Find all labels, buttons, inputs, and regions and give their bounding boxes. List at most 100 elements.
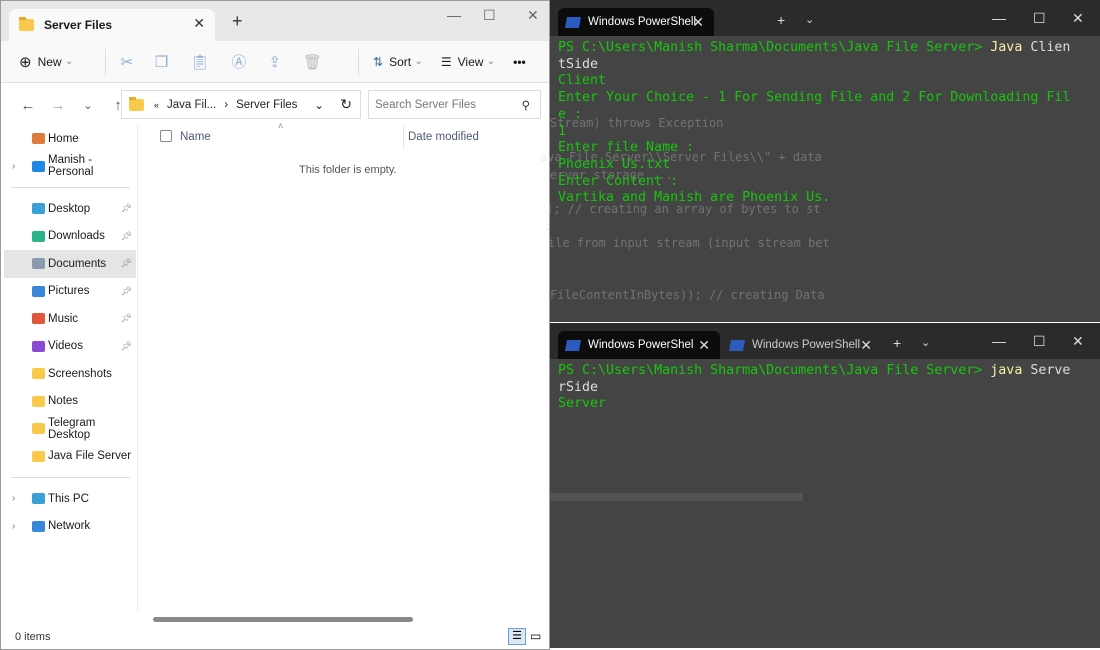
onedrive-icon [32, 160, 45, 172]
divider [11, 477, 130, 478]
chevron-down-icon[interactable]: ⌄ [314, 98, 324, 112]
pin-icon: 📌︎ [120, 258, 132, 269]
back-icon[interactable]: ← [13, 97, 43, 114]
new-tab-button[interactable]: + [777, 12, 785, 29]
sort-button[interactable]: ⇅ Sort ⌄ [373, 55, 423, 69]
rename-icon[interactable]: Ⓐ [231, 51, 246, 72]
sidebar-item-telegram-desktop[interactable]: Telegram Desktop [4, 415, 136, 443]
file-explorer-window: Server Files ✕ + — ☐ ✕ ⊕ New ⌄ ✂ ❐ 📋︎ Ⓐ ⇪ … [0, 0, 550, 650]
sidebar-item-this-pc[interactable]: › This PC [4, 485, 136, 513]
new-tab-button[interactable]: + [232, 11, 243, 32]
sort-ascending-icon: ˄ [278, 121, 284, 131]
command-arg-wrap: tSide [558, 56, 599, 72]
view-icon: ☰ [440, 54, 452, 69]
view-label: View [457, 54, 484, 69]
tiles-view-button[interactable]: ▭ [530, 629, 541, 643]
minimize-button[interactable]: — [992, 10, 1006, 27]
expand-chevron-icon[interactable]: › [12, 521, 15, 532]
address-bar[interactable]: « Java Fil... › Server Files ⌄ ↻ [121, 90, 361, 119]
sidebar-item-network[interactable]: › Network [4, 513, 136, 541]
column-name[interactable]: Name [180, 131, 211, 143]
tab-powershell-2[interactable]: Windows PowerShell ✕ [722, 331, 872, 359]
title-bar: Server Files ✕ + — ☐ ✕ [1, 1, 549, 41]
breadcrumb-parent[interactable]: Java Fil... [167, 99, 216, 111]
more-button[interactable]: ••• [513, 55, 526, 69]
pin-icon: 📌︎ [120, 203, 132, 214]
search-placeholder: Search Server Files [375, 98, 476, 111]
share-icon[interactable]: ⇪ [268, 53, 281, 71]
sidebar-item-desktop[interactable]: Desktop 📌︎ [4, 195, 136, 223]
column-date-modified[interactable]: Date modified [408, 131, 479, 143]
new-button[interactable]: ⊕ New ⌄ [19, 53, 73, 71]
sidebar-item-java-file-server[interactable]: Java File Server [4, 443, 136, 471]
expand-chevron-icon[interactable]: › [12, 493, 15, 504]
close-button[interactable]: ✕ [1072, 10, 1084, 27]
sort-icon: ⇅ [373, 54, 384, 69]
powershell-icon [729, 339, 745, 351]
details-view-button[interactable]: ☰ [508, 628, 526, 645]
paste-icon[interactable]: 📋︎ [190, 53, 209, 71]
new-tab-button[interactable]: + [893, 335, 901, 352]
maximize-button[interactable]: ☐ [1033, 333, 1046, 350]
maximize-button[interactable]: ☐ [483, 7, 496, 24]
select-all-checkbox[interactable] [160, 130, 172, 142]
sidebar-item-videos[interactable]: Videos 📌︎ [4, 333, 136, 361]
tab-powershell[interactable]: Windows PowerShell ✕ [558, 8, 714, 36]
navigation-pane: Home › Manish - Personal Desktop 📌︎ Downloads… [4, 125, 136, 540]
sidebar-item-manish-personal[interactable]: › Manish - Personal [4, 153, 136, 181]
sidebar-item-label: Documents [48, 257, 107, 270]
tab-title: Windows PowerShell [588, 15, 697, 28]
expand-chevron-icon[interactable]: › [12, 161, 15, 172]
output-line: Vartika and Manish are Phoenix Us. [558, 190, 831, 206]
sidebar-item-music[interactable]: Music 📌︎ [4, 305, 136, 333]
column-headers: Name ˄ Date modified [138, 121, 549, 151]
sidebar-item-screenshots[interactable]: Screenshots [4, 360, 136, 388]
tab-server-files[interactable]: Server Files ✕ [9, 9, 215, 41]
refresh-icon[interactable]: ↻ [340, 96, 352, 113]
folder-icon [129, 96, 144, 111]
sidebar-item-downloads[interactable]: Downloads 📌︎ [4, 223, 136, 251]
output-line: Phoenix Us.txt [558, 156, 671, 172]
new-label: New [37, 54, 62, 69]
search-input[interactable]: Search Server Files ⚲ [368, 90, 541, 119]
close-tab-icon[interactable]: ✕ [692, 14, 704, 31]
view-button[interactable]: ☰ View ⌄ [441, 55, 495, 69]
tab-title: Windows PowerShell [752, 338, 861, 351]
minimize-button[interactable]: — [992, 333, 1006, 350]
breadcrumb-current[interactable]: Server Files [236, 99, 297, 111]
close-button[interactable]: ✕ [1072, 333, 1084, 350]
horizontal-scrollbar[interactable] [153, 617, 413, 622]
dropdown-icon[interactable]: ⌄ [805, 12, 814, 29]
cut-icon[interactable]: ✂ [120, 53, 133, 71]
close-tab-icon[interactable]: ✕ [193, 15, 205, 32]
copy-icon[interactable]: ❐ [155, 53, 168, 71]
output-line: Client [558, 73, 607, 89]
folder-icon [32, 203, 45, 215]
sidebar-item-documents[interactable]: Documents 📌︎ [4, 250, 136, 278]
recent-icon[interactable]: ⌄ [73, 99, 103, 112]
dropdown-icon[interactable]: ⌄ [921, 335, 930, 352]
tab-powershell-1[interactable]: Windows PowerShel ✕ [558, 331, 720, 359]
close-tab-icon[interactable]: ✕ [698, 337, 710, 354]
close-tab-icon[interactable]: ✕ [860, 337, 872, 354]
terminal-output: PS C:\Users\Manish Sharma\Documents\Java… [550, 36, 1100, 211]
folder-icon [32, 368, 45, 380]
delete-icon[interactable]: 🗑︎ [303, 53, 322, 71]
maximize-button[interactable]: ☐ [1033, 10, 1046, 27]
sidebar-item-pictures[interactable]: Pictures 📌︎ [4, 278, 136, 306]
terminal-top[interactable]: Windows PowerShell ✕ + ⌄ — ☐ ✕ Stream) th… [540, 0, 1100, 322]
terminal-bottom[interactable]: Windows PowerShel ✕ Windows PowerShell ✕ +… [550, 323, 1100, 648]
command: java [990, 363, 1023, 378]
sidebar-item-home[interactable]: Home [4, 125, 136, 153]
sidebar-item-label: Videos [48, 340, 83, 353]
close-button[interactable]: ✕ [527, 7, 539, 24]
breadcrumb-overflow[interactable]: « [154, 100, 159, 110]
sidebar-item-notes[interactable]: Notes [4, 388, 136, 416]
tab-title: Server Files [44, 18, 113, 32]
minimize-button[interactable]: — [447, 7, 461, 23]
folder-icon [32, 423, 45, 435]
forward-icon[interactable]: → [43, 97, 73, 114]
ghost-code-line: ; [544, 219, 552, 233]
command-bar: ⊕ New ⌄ ✂ ❐ 📋︎ Ⓐ ⇪ 🗑︎ ⇅ Sort ⌄ ☰ View ⌄ ••• [1, 41, 549, 83]
background-scrollbar-reflection [550, 493, 803, 501]
